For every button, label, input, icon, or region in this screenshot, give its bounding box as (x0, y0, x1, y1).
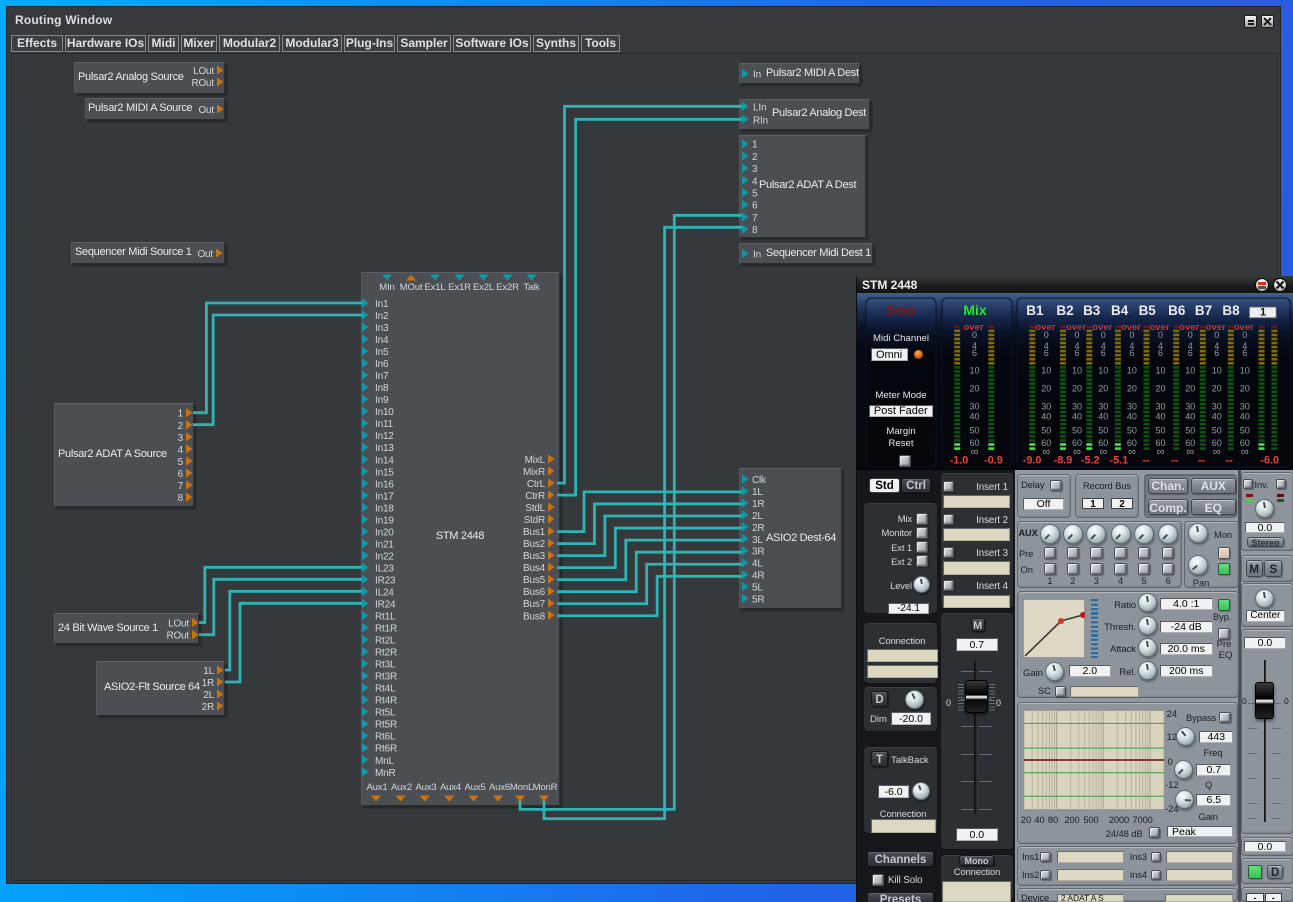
svg-text:50: 50 (1155, 426, 1165, 436)
svg-text:--: -- (1198, 454, 1206, 466)
svg-text:10: 10 (1127, 365, 1137, 375)
svg-text:10: 10 (1240, 365, 1250, 375)
svg-text:50: 50 (1041, 426, 1051, 436)
svg-text:10: 10 (1072, 365, 1082, 375)
svg-text:40: 40 (1185, 412, 1195, 422)
svg-text:50: 50 (1240, 426, 1250, 436)
svg-text:6: 6 (1101, 348, 1106, 358)
svg-text:-5.2: -5.2 (1081, 454, 1100, 466)
svg-text:40: 40 (1212, 412, 1222, 422)
svg-text:B5: B5 (1139, 303, 1157, 318)
svg-text:50: 50 (1098, 426, 1108, 436)
svg-text:50: 50 (1127, 426, 1137, 436)
svg-text:-5.1: -5.1 (1109, 454, 1128, 466)
svg-text:Solo: Solo (886, 302, 916, 318)
svg-text:∞: ∞ (1157, 446, 1165, 458)
svg-text:∞: ∞ (1186, 446, 1194, 458)
svg-text:20: 20 (1155, 384, 1165, 394)
svg-text:0: 0 (1044, 330, 1049, 340)
svg-text:10: 10 (1155, 365, 1165, 375)
svg-text:40: 40 (1072, 412, 1082, 422)
svg-text:B4: B4 (1111, 303, 1129, 318)
svg-text:50: 50 (969, 426, 979, 436)
svg-text:∞: ∞ (1042, 446, 1050, 458)
svg-text:∞: ∞ (971, 446, 979, 458)
svg-text:30: 30 (969, 402, 979, 412)
svg-text:B6: B6 (1168, 303, 1186, 318)
svg-text:B7: B7 (1195, 303, 1212, 318)
svg-text:B2: B2 (1056, 303, 1073, 318)
svg-text:30: 30 (1185, 402, 1195, 412)
svg-text:30: 30 (1072, 402, 1082, 412)
svg-text:-1.0: -1.0 (950, 454, 969, 466)
svg-text:50: 50 (1212, 426, 1222, 436)
svg-text:Mix: Mix (963, 302, 987, 318)
svg-text:0: 0 (1242, 330, 1247, 340)
svg-text:20: 20 (1240, 384, 1250, 394)
svg-text:0: 0 (1074, 330, 1079, 340)
svg-text:40: 40 (1155, 412, 1165, 422)
svg-text:--: -- (1142, 454, 1150, 466)
svg-text:6: 6 (1074, 348, 1079, 358)
svg-text:∞: ∞ (1073, 446, 1081, 458)
svg-text:40: 40 (1098, 412, 1108, 422)
svg-text:10: 10 (1212, 365, 1222, 375)
svg-text:30: 30 (1041, 402, 1051, 412)
svg-text:6: 6 (1188, 348, 1193, 358)
svg-text:30: 30 (1098, 402, 1108, 412)
svg-text:-6.0: -6.0 (1260, 454, 1279, 466)
svg-text:∞: ∞ (1099, 446, 1107, 458)
svg-text:20: 20 (1212, 384, 1222, 394)
svg-text:40: 40 (969, 412, 979, 422)
svg-text:∞: ∞ (1128, 446, 1136, 458)
svg-text:10: 10 (1185, 365, 1195, 375)
svg-text:10: 10 (1041, 365, 1051, 375)
svg-text:20: 20 (1185, 384, 1195, 394)
svg-text:-9.0: -9.0 (1023, 454, 1042, 466)
svg-text:--: -- (1226, 454, 1234, 466)
svg-text:B3: B3 (1083, 303, 1101, 318)
svg-text:30: 30 (1212, 402, 1222, 412)
svg-text:0: 0 (972, 330, 977, 340)
svg-text:30: 30 (1240, 402, 1250, 412)
svg-text:6: 6 (1158, 348, 1163, 358)
svg-text:B1: B1 (1026, 303, 1044, 318)
svg-text:--: -- (1171, 454, 1179, 466)
svg-text:-8.9: -8.9 (1054, 454, 1073, 466)
svg-text:10: 10 (1098, 365, 1108, 375)
svg-text:B8: B8 (1222, 303, 1240, 318)
svg-text:-0.9: -0.9 (984, 454, 1003, 466)
svg-text:40: 40 (1127, 412, 1137, 422)
svg-text:0: 0 (1129, 330, 1134, 340)
svg-text:1: 1 (1260, 307, 1266, 319)
svg-text:∞: ∞ (1213, 446, 1221, 458)
svg-text:10: 10 (969, 365, 979, 375)
svg-text:20: 20 (1098, 384, 1108, 394)
svg-text:0: 0 (1101, 330, 1106, 340)
svg-text:6: 6 (1214, 348, 1219, 358)
svg-text:20: 20 (1041, 384, 1051, 394)
svg-text:∞: ∞ (1241, 446, 1249, 458)
svg-text:50: 50 (1072, 426, 1082, 436)
svg-text:0: 0 (1214, 330, 1219, 340)
svg-text:40: 40 (1240, 412, 1250, 422)
svg-text:40: 40 (1041, 412, 1051, 422)
svg-text:6: 6 (1242, 348, 1247, 358)
svg-text:20: 20 (1127, 384, 1137, 394)
svg-text:6: 6 (1129, 348, 1134, 358)
svg-text:30: 30 (1155, 402, 1165, 412)
svg-text:50: 50 (1185, 426, 1195, 436)
svg-text:20: 20 (1072, 384, 1082, 394)
svg-text:6: 6 (972, 348, 977, 358)
svg-text:6: 6 (1044, 348, 1049, 358)
svg-text:0: 0 (1188, 330, 1193, 340)
svg-text:0: 0 (1158, 330, 1163, 340)
svg-text:20: 20 (969, 384, 979, 394)
svg-text:30: 30 (1127, 402, 1137, 412)
